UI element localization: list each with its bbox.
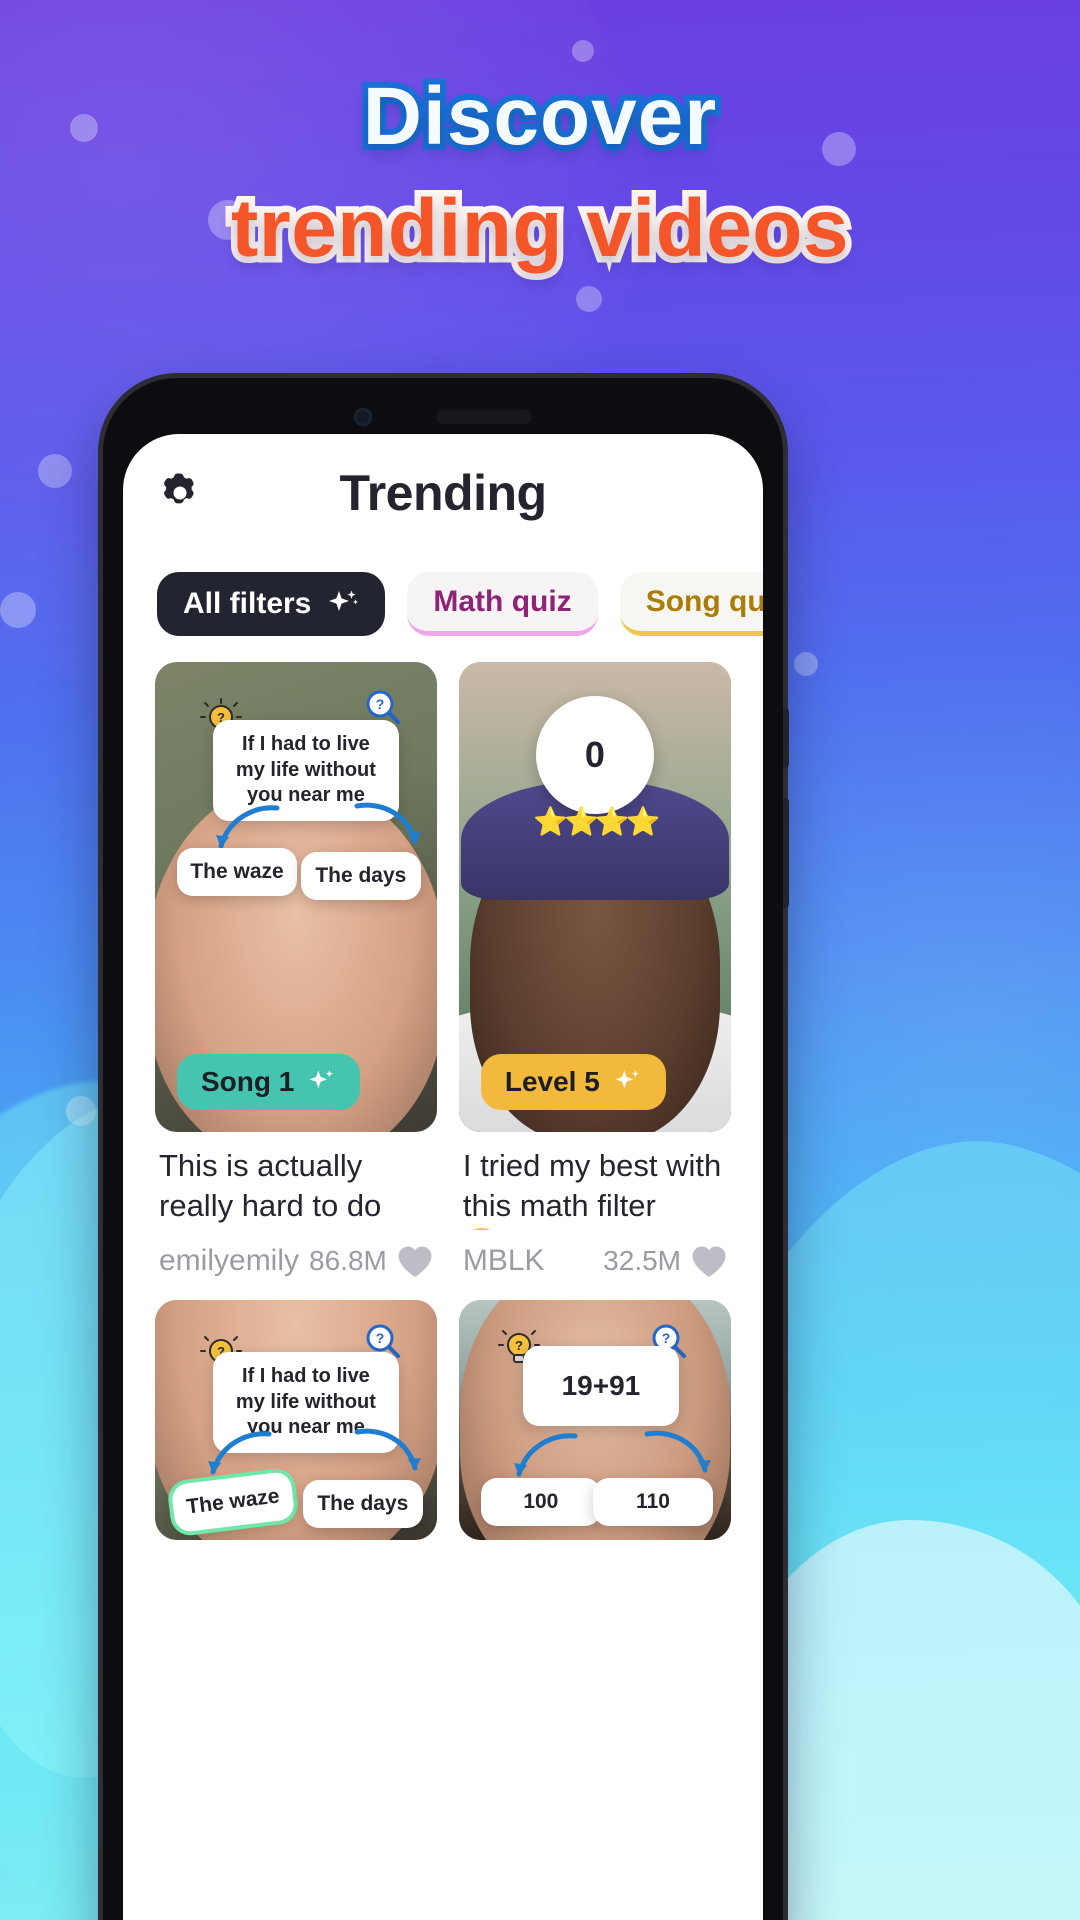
video-thumbnail[interactable]: ? ? If I had to live my life without you…: [155, 1300, 437, 1540]
quiz-answer-option[interactable]: The days: [302, 1480, 423, 1528]
deco-dot: [794, 652, 818, 676]
filter-chip-label: Song quiz: [645, 584, 763, 618]
phone-notch: [354, 408, 532, 426]
status-badge-label: Level 5: [504, 1066, 600, 1097]
video-card[interactable]: ? ? 19+91 100 110: [458, 1300, 731, 1540]
quiz-arrow-right-icon: [351, 1426, 431, 1486]
svg-text:?: ?: [662, 1330, 671, 1346]
svg-text:?: ?: [376, 696, 385, 712]
quiz-answer-option[interactable]: 100: [480, 1478, 601, 1526]
svg-text:?: ?: [515, 1338, 523, 1353]
video-thumbnail[interactable]: ? ? 19+91 100 110: [458, 1300, 731, 1540]
front-camera-icon: [354, 408, 372, 426]
video-meta: I tried my best with this math filter 😂.…: [459, 1132, 731, 1278]
deco-dot: [66, 1096, 96, 1126]
filter-chip-math-quiz[interactable]: Math quiz: [407, 572, 598, 636]
video-grid: ? ? If I had to live my life without you…: [123, 662, 763, 1540]
sparkle-icon: [325, 587, 359, 621]
status-badge: Song 1: [177, 1054, 361, 1110]
page-title: Trending: [339, 465, 547, 521]
quiz-arrow-right-icon: [351, 800, 431, 860]
sparkle-icon: [306, 1067, 336, 1097]
filter-chip-song-quiz[interactable]: Song quiz: [619, 572, 763, 636]
video-author: MBLK: [462, 1244, 545, 1277]
deco-dot: [38, 454, 72, 488]
deco-dot: [0, 592, 36, 628]
filter-chip-row: All filters Math quiz Song quiz: [123, 552, 763, 662]
video-card[interactable]: ? ? If I had to live my life without you…: [155, 662, 437, 1278]
quiz-answer-option[interactable]: The days: [300, 852, 421, 900]
phone-mockup: Trending All filters Math quiz Song quiz: [103, 378, 789, 1920]
sparkle-icon: [612, 1067, 642, 1097]
video-stats: MBLK 32.5M: [463, 1244, 727, 1278]
headline-line-1: Discover: [357, 65, 722, 167]
video-author: emilyemily: [159, 1244, 300, 1277]
quiz-answer-option[interactable]: The waze: [177, 848, 297, 896]
heart-icon[interactable]: [397, 1245, 433, 1278]
earpiece-speaker: [436, 410, 532, 424]
svg-text:?: ?: [376, 1330, 385, 1346]
promo-headline: Discover trending videos: [0, 65, 1080, 280]
status-badge: Level 5: [480, 1054, 666, 1110]
video-thumbnail[interactable]: 0 ⭐⭐⭐⭐ Level 5: [458, 662, 731, 1132]
video-view-count: 86.8M: [309, 1245, 387, 1276]
app-header: Trending: [123, 434, 763, 552]
video-stats: emilyemily 86.8M: [159, 1244, 433, 1278]
quiz-prompt-bubble: 19+91: [522, 1346, 679, 1426]
app-screen: Trending All filters Math quiz Song quiz: [123, 434, 763, 1920]
video-view-count: 32.5M: [603, 1245, 681, 1276]
video-caption: This is actually really hard to do with …: [159, 1148, 382, 1230]
video-thumbnail[interactable]: ? ? If I had to live my life without you…: [155, 662, 437, 1132]
video-meta: This is actually really hard to do with …: [155, 1132, 437, 1278]
headline-line-2: trending videos: [224, 177, 855, 280]
filter-chip-label: All filters: [183, 587, 312, 620]
video-caption: I tried my best with this math filter 😂.…: [462, 1148, 722, 1230]
deco-dot: [572, 40, 594, 62]
quiz-score-circle: 0: [535, 696, 654, 814]
heart-icon[interactable]: [691, 1245, 727, 1278]
status-badge-label: Song 1: [201, 1066, 295, 1097]
filter-chip-all-filters[interactable]: All filters: [157, 572, 386, 636]
filter-chip-label: Math quiz: [433, 584, 572, 618]
quiz-answer-option[interactable]: 110: [593, 1478, 713, 1526]
deco-dot: [576, 286, 602, 312]
video-card[interactable]: ? ? If I had to live my life without you…: [155, 1300, 437, 1540]
quiz-star-rating: ⭐⭐⭐⭐: [533, 806, 660, 837]
video-card[interactable]: 0 ⭐⭐⭐⭐ Level 5 I tried my best with this…: [458, 662, 731, 1278]
